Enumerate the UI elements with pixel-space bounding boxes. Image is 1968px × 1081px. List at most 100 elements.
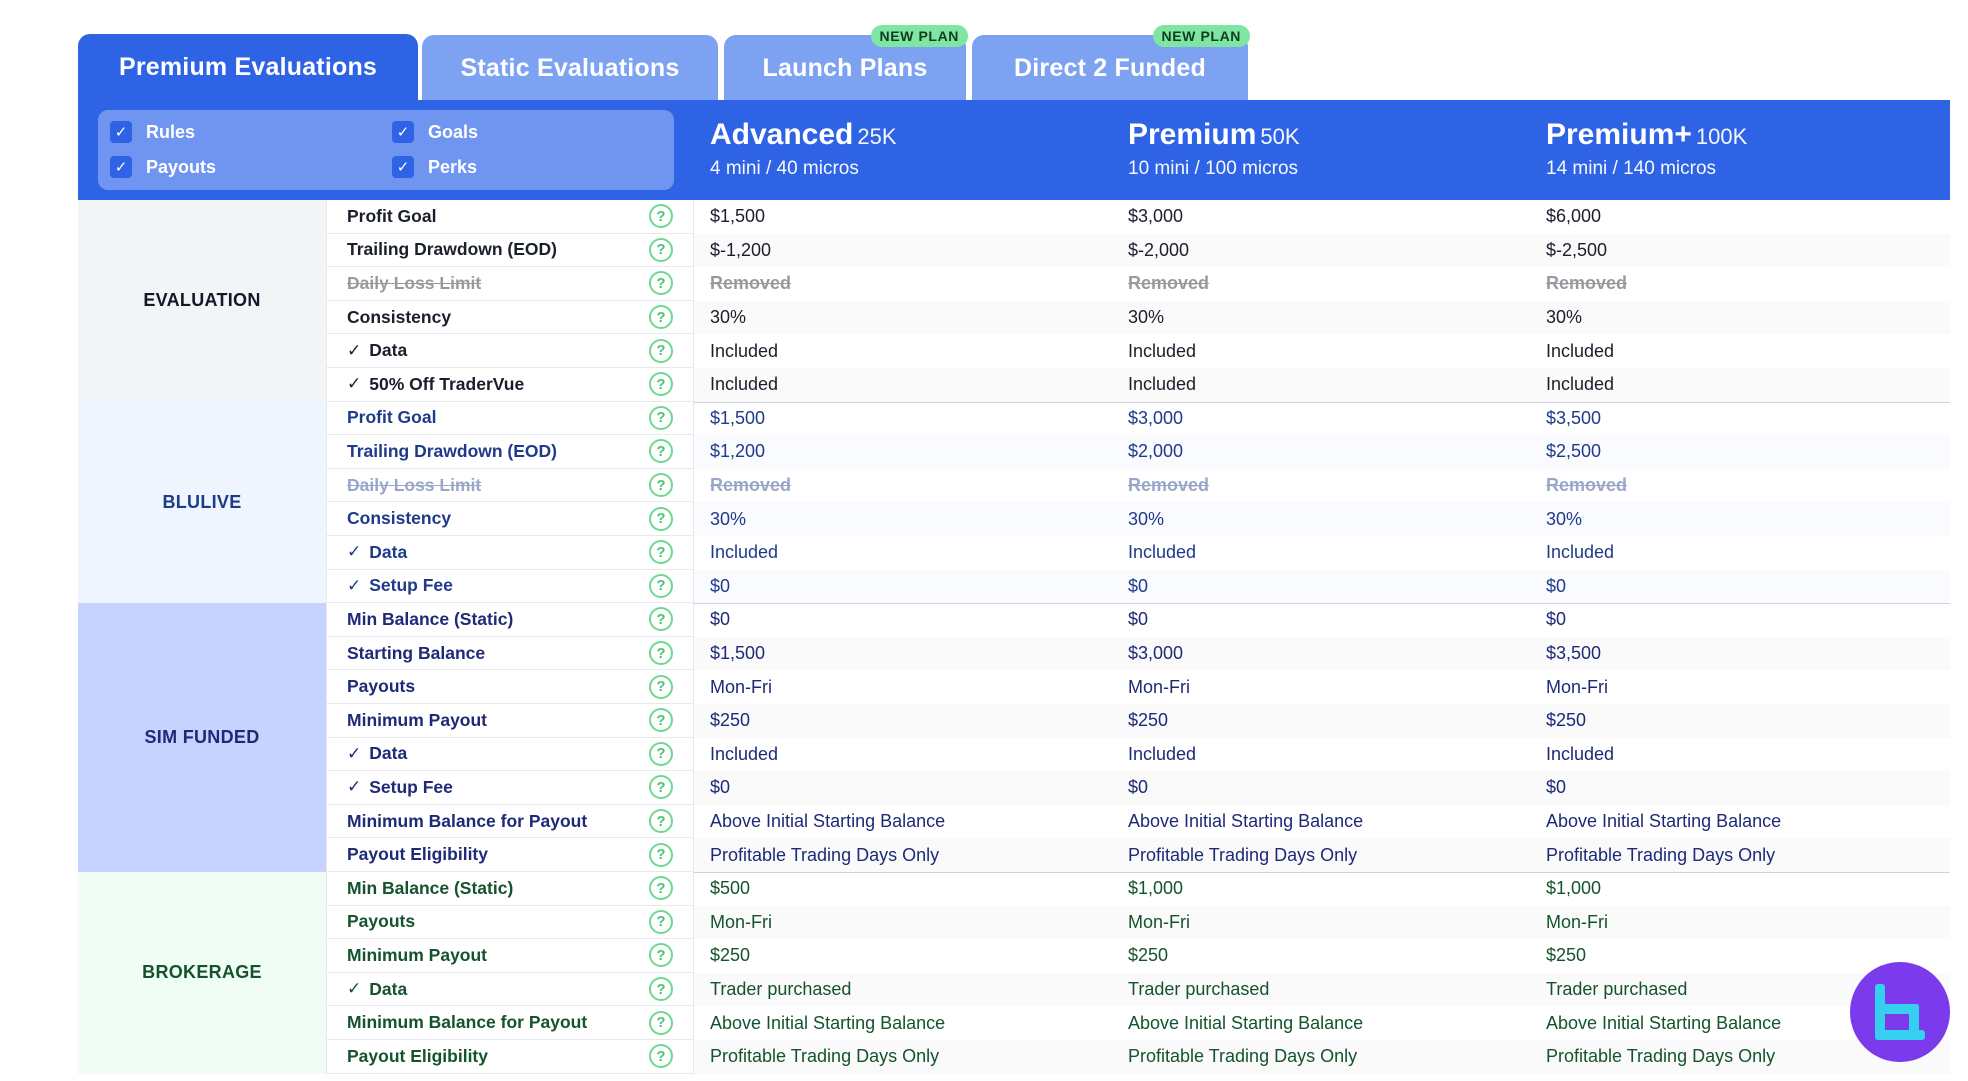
feature-cell: Min Balance (Static)? xyxy=(326,872,694,906)
help-icon[interactable]: ? xyxy=(649,641,673,666)
value-cell: Included xyxy=(1530,368,1950,402)
feature-cell: Consistency? xyxy=(326,300,694,335)
value-cell: $1,500 xyxy=(710,206,766,227)
value-cell: $0 xyxy=(1546,609,1567,630)
feature-cell: ✓ Data? xyxy=(326,334,694,368)
brand-logo-icon[interactable] xyxy=(1850,962,1950,1062)
value-cell: $1,000 xyxy=(1128,878,1184,899)
help-icon[interactable]: ? xyxy=(649,909,673,934)
help-icon[interactable]: ? xyxy=(649,506,673,531)
feature-label: Minimum Balance for Payout xyxy=(347,1012,588,1033)
tab-launch-plans[interactable]: Launch Plans NEW PLAN xyxy=(724,25,968,101)
check-icon: ✓ xyxy=(347,340,362,360)
help-icon[interactable]: ? xyxy=(649,439,673,464)
checkbox-checked-icon[interactable]: ✓ xyxy=(110,121,132,143)
table-row: ✓ Data? Included Included Included xyxy=(326,737,1950,772)
value-cell: 30% xyxy=(1530,300,1950,335)
help-icon[interactable]: ? xyxy=(649,305,673,330)
value-cell: $-2,500 xyxy=(1530,233,1950,268)
plan-header-premium: Premium 50K 10 mini / 100 micros xyxy=(1128,118,1300,180)
plan-name: Premium+ xyxy=(1546,118,1692,151)
help-icon[interactable]: ? xyxy=(649,473,673,498)
table-row: Trailing Drawdown (EOD)? $1,200 $2,000 $2,5… xyxy=(326,435,1950,469)
help-icon[interactable]: ? xyxy=(649,1044,673,1069)
table-row: Payout Eligibility? Profitable Trading Da… xyxy=(326,838,1950,872)
feature-label: 50% Off TraderVue xyxy=(369,373,525,394)
help-icon[interactable]: ? xyxy=(649,271,673,296)
value-cell: $250 xyxy=(1112,703,1530,738)
feature-cell: Profit Goal? xyxy=(326,200,694,234)
table-row: Starting Balance? $1,500 $3,000 $3,500 xyxy=(326,636,1950,671)
feature-label: Data xyxy=(369,743,408,764)
value-cell: Removed xyxy=(1128,273,1210,294)
value-cell: $1,500 xyxy=(694,636,1112,671)
check-icon: ✓ xyxy=(347,743,362,763)
feature-cell: Minimum Balance for Payout? xyxy=(326,804,694,839)
value-cell: $3,000 xyxy=(1112,636,1530,671)
help-icon[interactable]: ? xyxy=(649,775,673,800)
tab-static-evaluations[interactable]: Static Evaluations xyxy=(422,35,718,101)
checkbox-checked-icon[interactable]: ✓ xyxy=(392,121,414,143)
feature-label: Payout Eligibility xyxy=(347,1045,488,1066)
feature-label: Min Balance (Static) xyxy=(347,608,514,629)
help-icon[interactable]: ? xyxy=(649,372,673,397)
tab-direct-2-funded[interactable]: Direct 2 Funded NEW PLAN xyxy=(972,25,1250,101)
feature-cell: Starting Balance? xyxy=(326,636,694,671)
feature-cell: Daily Loss Limit? xyxy=(326,267,694,301)
filter-rules[interactable]: ✓ Rules xyxy=(110,121,195,143)
value-cell: Mon-Fri xyxy=(710,676,772,697)
help-icon[interactable]: ? xyxy=(649,809,673,834)
help-icon[interactable]: ? xyxy=(649,708,673,733)
help-icon[interactable]: ? xyxy=(649,237,673,262)
feature-label: Data xyxy=(369,978,408,999)
section-brokerage: BROKERAGE Min Balance (Static)? $500 $1,000… xyxy=(78,872,1950,1074)
plan-name: Advanced xyxy=(710,118,854,151)
help-icon[interactable]: ? xyxy=(649,674,673,699)
filter-label: Rules xyxy=(146,121,196,142)
tab-label: Static Evaluations xyxy=(460,53,680,82)
help-icon[interactable]: ? xyxy=(649,540,673,565)
feature-label: Minimum Payout xyxy=(347,709,488,730)
check-icon: ✓ xyxy=(347,979,362,999)
value-cell: $0 xyxy=(694,569,1112,604)
help-icon[interactable]: ? xyxy=(649,842,673,867)
help-icon[interactable]: ? xyxy=(649,405,673,430)
value-cell: Included xyxy=(1128,542,1197,563)
plan-name: Premium xyxy=(1128,118,1257,151)
value-cell: Included xyxy=(1128,340,1197,361)
filter-perks[interactable]: ✓ Perks xyxy=(392,156,477,178)
plan-contracts: 14 mini / 140 micros xyxy=(1546,158,1717,179)
plan-header: ✓ Rules ✓ Goals ✓ Payouts ✓ Perks Advanc… xyxy=(78,100,1950,200)
filter-goals[interactable]: ✓ Goals xyxy=(392,121,478,143)
table-row: Min Balance (Static)? $0 $0 $0 xyxy=(326,603,1950,637)
checkbox-checked-icon[interactable]: ✓ xyxy=(392,156,414,178)
feature-cell: Payouts? xyxy=(326,905,694,940)
help-icon[interactable]: ? xyxy=(649,1010,673,1035)
value-cell: Included xyxy=(1546,340,1615,361)
value-cell: 30% xyxy=(694,502,1112,536)
help-icon[interactable]: ? xyxy=(649,876,673,901)
value-cell: Removed xyxy=(1128,475,1210,496)
value-cell: $2,500 xyxy=(1530,435,1950,469)
value-cell: $0 xyxy=(710,609,731,630)
value-cell: $3,500 xyxy=(1530,636,1950,671)
plan-size: 25K xyxy=(857,124,897,149)
filter-payouts[interactable]: ✓ Payouts xyxy=(110,156,216,178)
value-cell: $250 xyxy=(710,945,751,966)
section-label: EVALUATION xyxy=(78,200,326,402)
plan-header-premium-plus: Premium+ 100K 14 mini / 140 micros xyxy=(1546,118,1747,180)
tab-premium-evaluations[interactable]: Premium Evaluations xyxy=(78,34,418,101)
help-icon[interactable]: ? xyxy=(649,204,673,229)
value-cell: 30% xyxy=(1112,300,1530,335)
help-icon[interactable]: ? xyxy=(649,573,673,598)
help-icon[interactable]: ? xyxy=(649,741,673,766)
feature-label: Profit Goal xyxy=(347,205,437,226)
help-icon[interactable]: ? xyxy=(649,607,673,632)
help-icon[interactable]: ? xyxy=(649,943,673,968)
checkbox-checked-icon[interactable]: ✓ xyxy=(110,156,132,178)
help-icon[interactable]: ? xyxy=(649,977,673,1002)
section-divider xyxy=(694,603,1950,605)
value-cell: $250 xyxy=(694,703,1112,738)
table-row: Profit Goal? $1,500 $3,000 $3,500 xyxy=(326,401,1950,436)
help-icon[interactable]: ? xyxy=(649,338,673,363)
